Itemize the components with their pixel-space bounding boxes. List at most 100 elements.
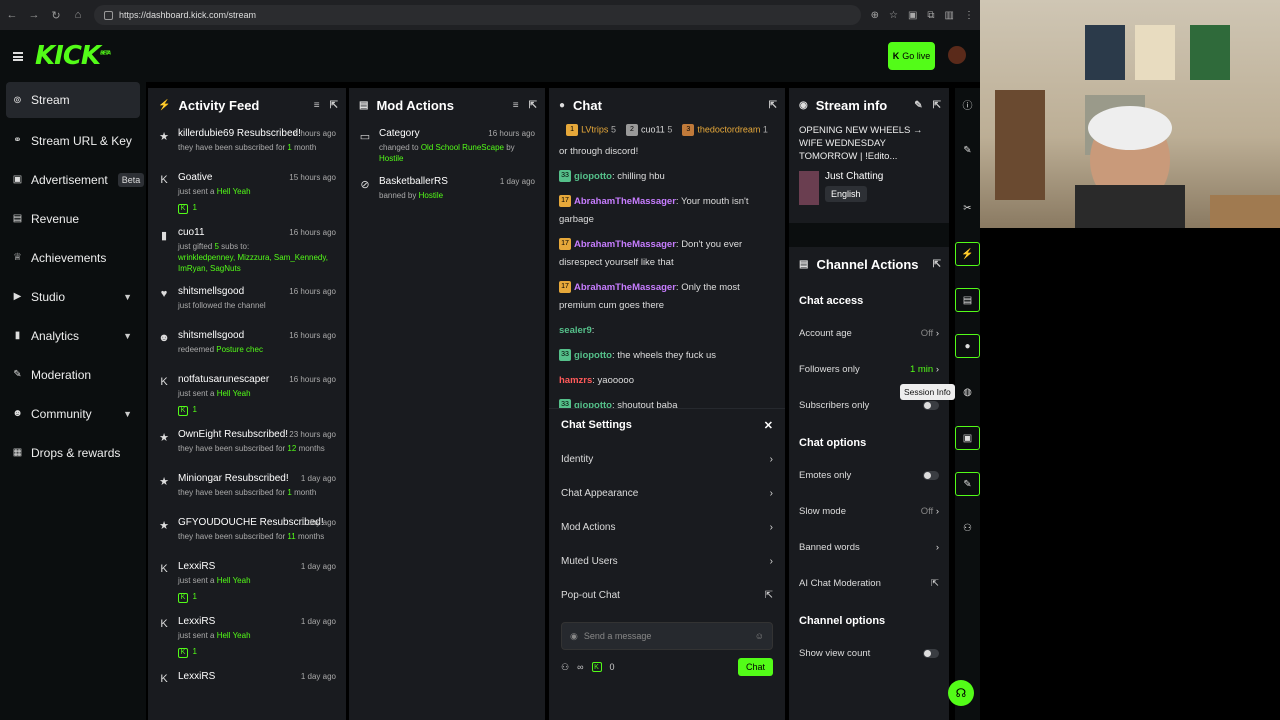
item-time: 1 day ago [499, 177, 535, 186]
bolt-icon: ⚡ [158, 99, 171, 111]
top-chatter[interactable]: 2 cuo11 5 [625, 124, 672, 136]
session-info-icon[interactable]: ◍ [955, 380, 980, 404]
people-icon[interactable]: ⚇ [955, 516, 980, 540]
reload-icon[interactable]: ↻ [50, 9, 62, 22]
chat-username[interactable]: sealer9 [559, 325, 592, 336]
channel-action-row[interactable]: AI Chat Moderation ⇱ [789, 565, 949, 601]
popout-icon[interactable]: ⇱ [933, 100, 941, 111]
sidepanel-icon[interactable]: ▥ [945, 10, 954, 21]
sidebar-item-drops[interactable]: ▦ Drops & rewards [0, 433, 146, 472]
toggle-switch[interactable] [923, 470, 939, 480]
kicks-icon: K [178, 405, 188, 416]
panel-title: Mod Actions [376, 97, 454, 113]
rank-badge: 1 [566, 124, 579, 136]
bolt-icon[interactable]: ⚡ [955, 242, 980, 266]
kicks-count-row: K 1 [178, 641, 336, 659]
filter-icon[interactable]: ≡ [513, 100, 519, 111]
scissors-icon[interactable]: ✂ [955, 196, 980, 220]
browser-toolbar: ← → ↻ ⌂ https://dashboard.kick.com/strea… [0, 0, 980, 30]
sidebar-item-studio[interactable]: ▶ Studio ▼ [0, 277, 146, 316]
filter-icon[interactable]: ≡ [314, 100, 320, 111]
extensions-icon[interactable]: ⧉ [927, 10, 934, 21]
kicks-icon: K [591, 662, 602, 672]
popout-icon[interactable]: ⇱ [529, 100, 537, 111]
chat-text: or through discord! [559, 146, 639, 157]
chat-settings-appearance[interactable]: Chat Appearance › [549, 476, 785, 510]
menu-toggle-icon[interactable] [13, 51, 23, 61]
sidebar-item-advertisement[interactable]: ▣ Advertisement Beta [0, 160, 146, 199]
top-chatter[interactable]: 3 thedoctordream 1 [682, 124, 768, 136]
home-icon[interactable]: ⌂ [72, 9, 84, 21]
forward-icon[interactable]: → [28, 9, 40, 21]
sidebar-item-analytics[interactable]: ▮ Analytics ▼ [0, 316, 146, 355]
chat-settings-identity[interactable]: Identity › [549, 442, 785, 476]
actions-icon[interactable]: ▣ [955, 426, 980, 450]
top-chatter[interactable]: 1 LVtrips 5 [566, 124, 616, 136]
star-icon[interactable]: ☆ [889, 10, 898, 21]
clipboard-icon: ▤ [359, 99, 369, 111]
chat-settings-mod-actions[interactable]: Mod Actions › [549, 510, 785, 544]
activity-feed-header: ⚡ Activity Feed ≡ ⇱ [148, 88, 346, 122]
clipboard-icon[interactable]: ▤ [955, 288, 980, 312]
chat-send-button[interactable]: Chat [737, 658, 773, 676]
pencil-icon[interactable]: ✎ [955, 138, 980, 162]
back-icon[interactable]: ← [6, 9, 18, 21]
site-info-icon[interactable] [104, 10, 113, 20]
edit-icon[interactable]: ✎ [914, 100, 922, 111]
popout-icon[interactable]: ⇱ [330, 100, 338, 111]
item-highlight: Hell Yeah [216, 187, 251, 196]
url-text: https://dashboard.kick.com/stream [119, 10, 257, 20]
go-live-button[interactable]: K Go live [888, 42, 935, 70]
channel-action-row[interactable]: Banned words › [789, 529, 949, 565]
address-bar[interactable]: https://dashboard.kick.com/stream [94, 5, 861, 25]
chat-username[interactable]: hamzrs [559, 375, 592, 386]
wave-icon: ⊚ [13, 94, 22, 106]
channel-action-row[interactable]: Account age Off › [789, 315, 949, 351]
top-chatters: 1 LVtrips 5 2 cuo11 5 3 thedoctordream 1 [559, 124, 775, 136]
sidebar-item-moderation[interactable]: ✎ Moderation [0, 355, 146, 394]
chat-username[interactable]: AbrahamTheMassager [574, 282, 676, 293]
shield-icon[interactable]: ◉ [570, 631, 578, 642]
info-icon[interactable]: ⓘ [955, 92, 980, 116]
chevron-down-icon[interactable]: ▼ [123, 292, 132, 302]
close-icon[interactable]: ✕ [764, 419, 773, 432]
sidebar-item-stream[interactable]: ⊚ Stream [6, 82, 140, 118]
chevron-right-icon: › [769, 487, 773, 499]
emote-icon[interactable]: ☺ [755, 631, 764, 641]
channel-action-row[interactable]: Emotes only [789, 457, 949, 493]
zoom-icon[interactable]: ⊕ [871, 10, 879, 21]
beta-badge: Beta [117, 172, 145, 187]
chevron-right-icon: › [769, 453, 773, 465]
chat-bubble-icon[interactable]: ● [955, 334, 980, 358]
chat-username[interactable]: giopotto [574, 171, 612, 182]
chevron-down-icon[interactable]: ▼ [123, 409, 132, 419]
list-item: ★ Miniongar Resubscribed! they have been s… [148, 467, 346, 511]
wrench-icon[interactable]: ✎ [955, 472, 980, 496]
sidebar-item-stream-url[interactable]: ⚭ Stream URL & Key [0, 121, 146, 160]
toggle-switch[interactable] [923, 648, 939, 658]
avatar[interactable] [948, 46, 966, 64]
ban-icon: ⊘ [360, 179, 370, 191]
sidebar-item-achievements[interactable]: ♕ Achievements [0, 238, 146, 277]
chevron-down-icon[interactable]: ▼ [123, 331, 132, 341]
heart-icon: ♥ [160, 288, 168, 300]
channel-action-row[interactable]: Show view count [789, 635, 949, 671]
headset-icon[interactable]: ☊ [948, 680, 974, 706]
chat-username[interactable]: giopotto [574, 350, 612, 361]
popout-icon[interactable]: ⇱ [933, 259, 941, 270]
sidebar-item-community[interactable]: ☻ Community ▼ [0, 394, 146, 433]
extension-icon[interactable]: ▣ [908, 10, 917, 21]
popout-icon[interactable]: ⇱ [769, 100, 777, 111]
chat-username[interactable]: AbrahamTheMassager [574, 196, 676, 207]
kick-logo[interactable]: KICKBETA [35, 41, 111, 71]
chat-input[interactable]: ◉ Send a message ☺ [561, 622, 773, 650]
chat-username[interactable]: giopotto [574, 400, 612, 408]
chat-username[interactable]: AbrahamTheMassager [574, 239, 676, 250]
toggle-switch[interactable] [923, 400, 939, 410]
channel-action-row[interactable]: Slow mode Off › [789, 493, 949, 529]
chat-settings-muted-users[interactable]: Muted Users › [549, 544, 785, 578]
sidebar-item-revenue[interactable]: ▤ Revenue [0, 199, 146, 238]
chat-settings-popout[interactable]: Pop-out Chat ⇱ [549, 578, 785, 612]
menu-icon[interactable]: ⋮ [964, 10, 974, 21]
channel-action-row[interactable]: Followers only 1 min › [789, 351, 949, 387]
